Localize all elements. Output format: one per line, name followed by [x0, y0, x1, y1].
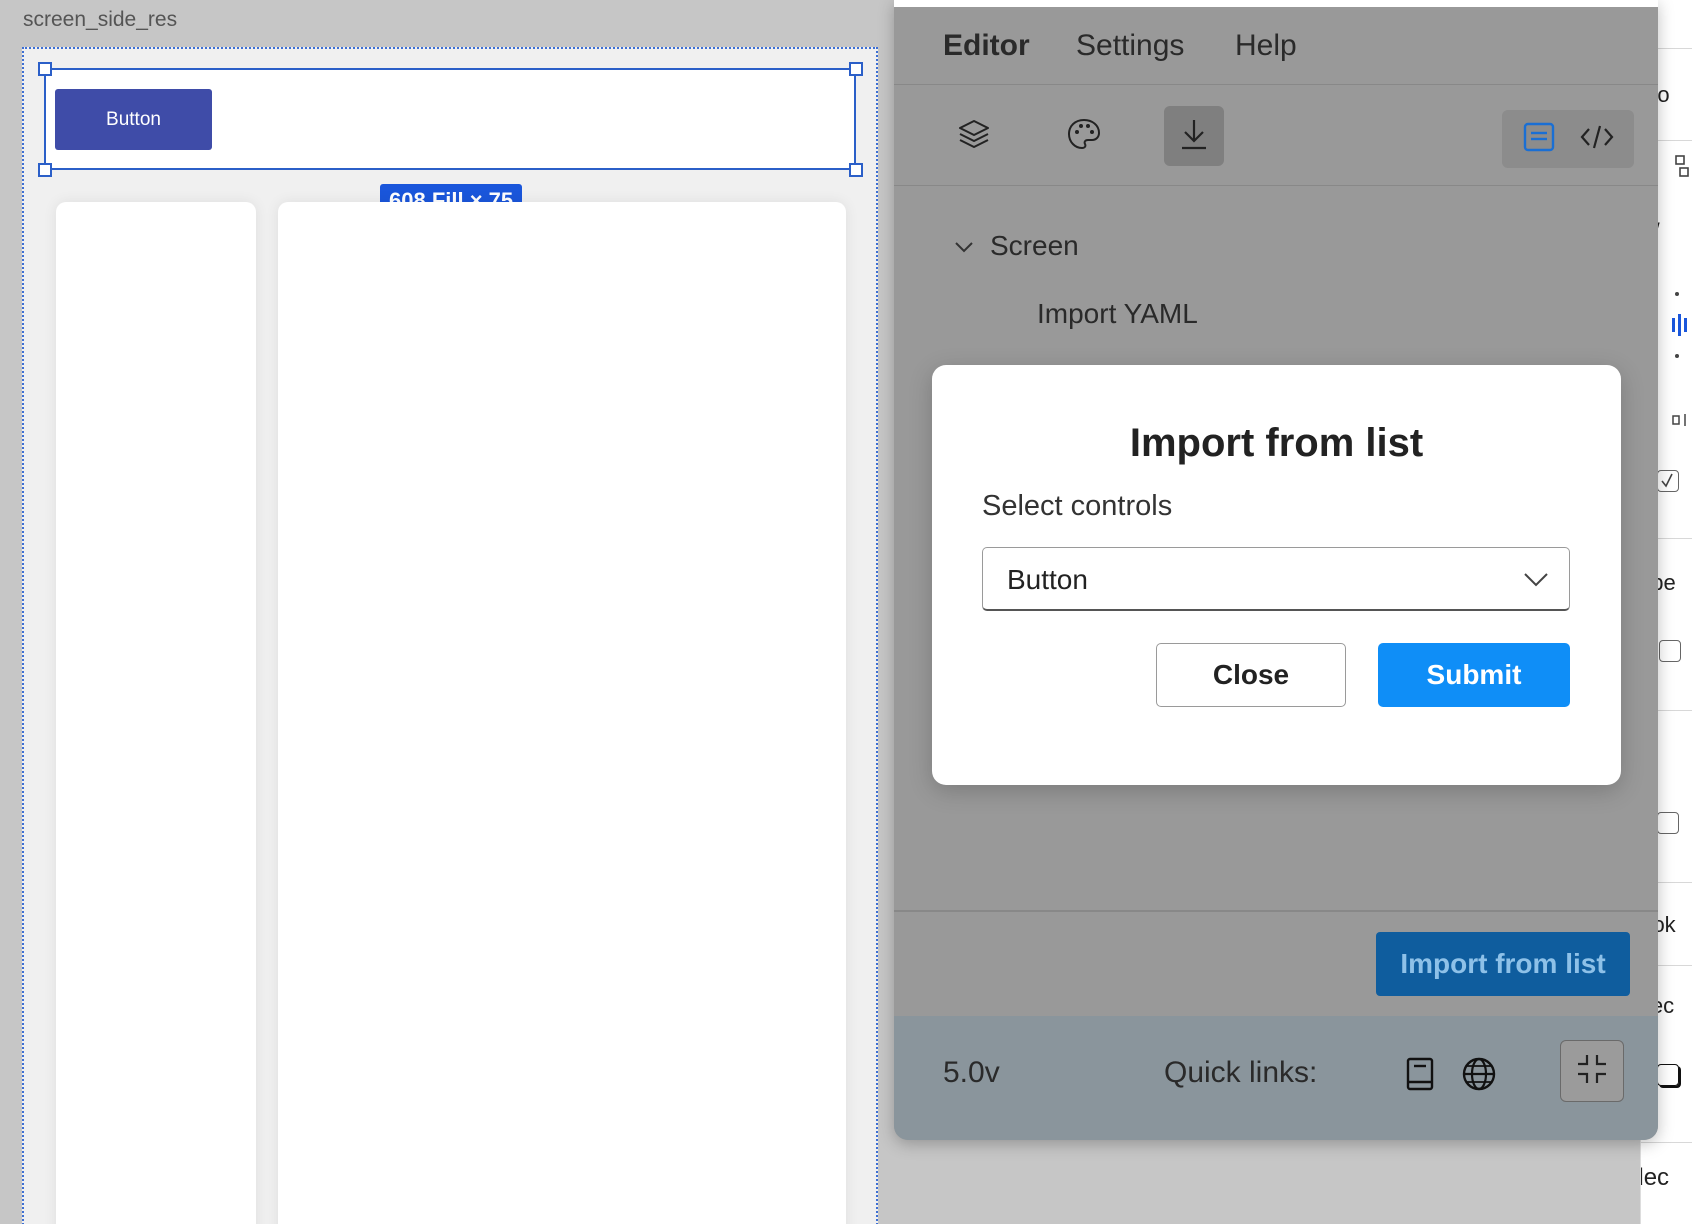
submit-button[interactable]: Submit [1378, 643, 1570, 707]
appearance-icon[interactable] [1659, 640, 1681, 662]
select-controls-label: Select controls [982, 490, 1173, 522]
column-container-right[interactable] [278, 202, 846, 1224]
close-button[interactable]: Close [1156, 643, 1346, 707]
frame-name-label[interactable]: screen_side_res [23, 8, 177, 32]
import-tool-button[interactable] [1164, 106, 1224, 166]
version-label: 5.0v [943, 1056, 1000, 1089]
import-from-list-dialog: Import from list Select controls Button … [932, 365, 1621, 785]
quick-links-label: Quick links: [1164, 1056, 1318, 1089]
chevron-down-icon [954, 240, 974, 259]
tree-item-import-yaml[interactable]: Import YAML [1037, 298, 1198, 330]
plugin-top-edge [894, 0, 1658, 7]
resize-handle-top-left[interactable] [38, 62, 52, 76]
dialog-title: Import from list [1129, 421, 1424, 465]
column-container-left[interactable] [56, 202, 256, 1224]
layers-icon [957, 117, 991, 156]
design-view-icon [1522, 121, 1556, 158]
chevron-down-icon [1521, 566, 1551, 592]
design-canvas[interactable]: screen_side_res Button 608 Fill × 75 [0, 0, 900, 1224]
footer-divider [894, 910, 1658, 912]
auto-layout-icon[interactable] [1675, 154, 1689, 178]
collapse-icon [1575, 1052, 1609, 1091]
resize-handle-top-right[interactable] [849, 62, 863, 76]
padding-icon[interactable] [1671, 412, 1691, 428]
tree-section-screen[interactable]: Screen [954, 230, 1154, 274]
checkbox[interactable] [1657, 470, 1679, 492]
divider [1641, 1142, 1692, 1143]
layers-button[interactable] [944, 106, 1004, 166]
download-icon [1178, 116, 1210, 157]
import-from-list-button[interactable]: Import from list [1376, 932, 1630, 996]
menu-editor[interactable]: Editor [943, 29, 1030, 63]
shadow-effect-icon[interactable] [1657, 1064, 1679, 1086]
globe-icon [1461, 1056, 1497, 1097]
docs-link[interactable] [1400, 1056, 1440, 1096]
select-value: Button [1007, 564, 1088, 595]
docs-icon [1404, 1056, 1436, 1097]
alignment-icon[interactable] [1671, 290, 1692, 360]
properties-fragment: Selec [1640, 1164, 1670, 1191]
collapse-button[interactable] [1560, 1040, 1624, 1102]
canvas-button-control[interactable]: Button [55, 89, 212, 150]
code-view-button[interactable] [1572, 120, 1622, 158]
resize-handle-bottom-right[interactable] [849, 163, 863, 177]
palette-icon [1066, 116, 1102, 157]
toolbar [894, 86, 1658, 186]
code-view-icon [1579, 123, 1615, 156]
fill-swatch[interactable] [1657, 812, 1679, 834]
controls-select[interactable]: Button [982, 547, 1570, 611]
design-view-button[interactable] [1514, 120, 1564, 158]
view-toggle [1502, 110, 1634, 168]
menu-help[interactable]: Help [1235, 29, 1297, 63]
status-bar: 5.0v Quick links: [894, 1016, 1658, 1140]
theme-button[interactable] [1054, 106, 1114, 166]
website-link[interactable] [1459, 1056, 1499, 1096]
tree-section-label: Screen [990, 230, 1079, 261]
resize-handle-bottom-left[interactable] [38, 163, 52, 177]
menu-settings[interactable]: Settings [1076, 29, 1184, 63]
menu-bar: Editor Settings Help [894, 7, 1658, 85]
